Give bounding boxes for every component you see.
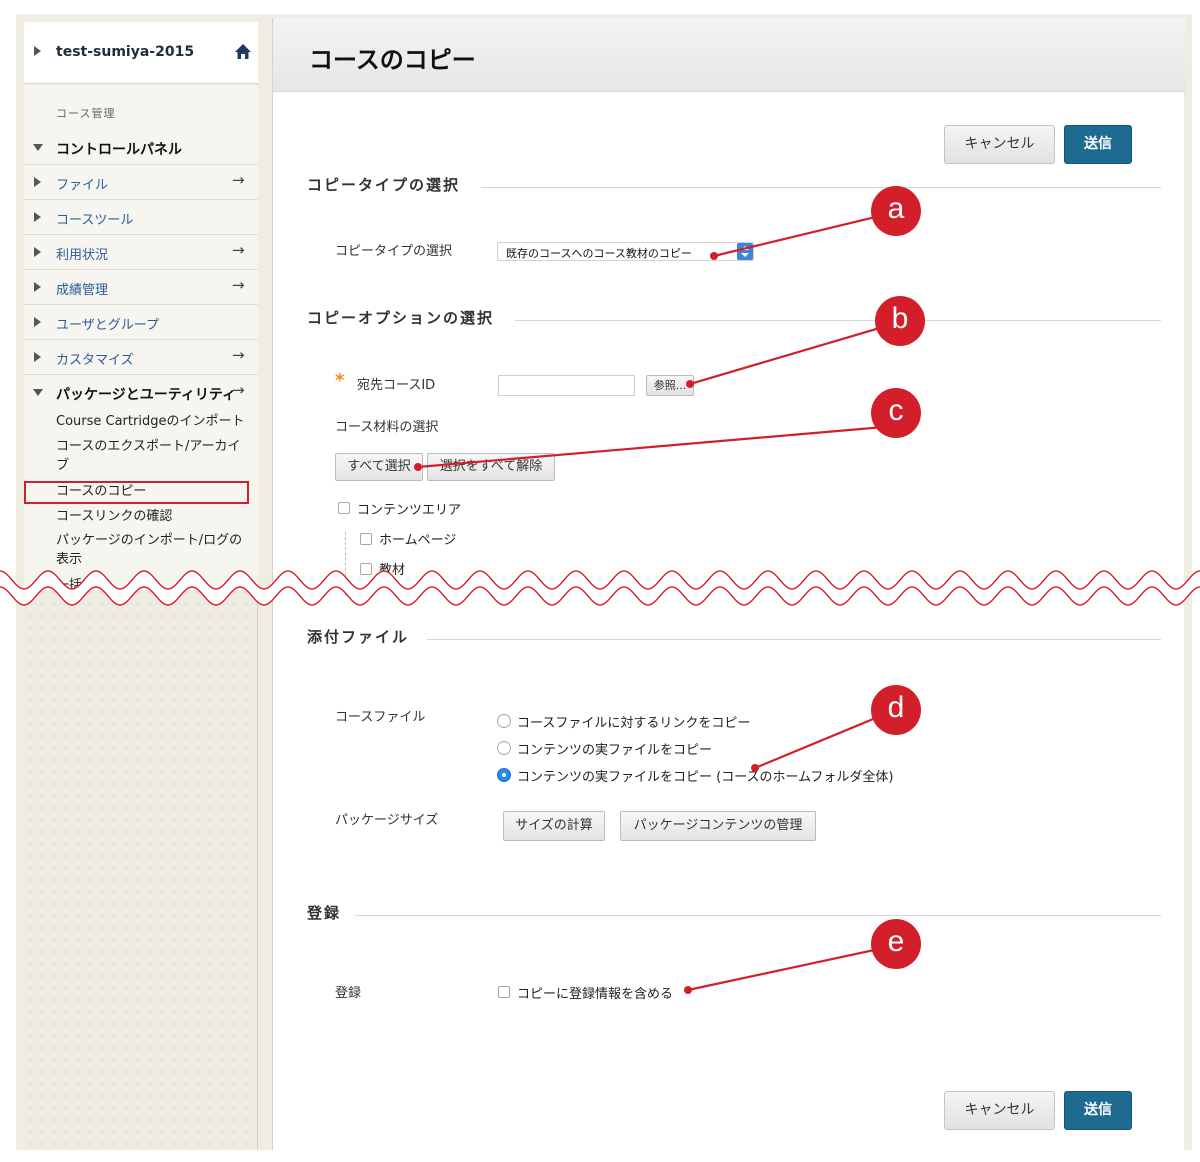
home-icon[interactable] [234, 43, 252, 61]
expand-triangle-icon [34, 282, 41, 292]
control-panel-label: コントロールパネル [56, 142, 182, 158]
select-all-button[interactable]: すべて選択 [335, 453, 423, 481]
expand-triangle-icon [34, 317, 41, 327]
homepage-checkbox[interactable] [360, 533, 372, 545]
expand-triangle-icon[interactable] [34, 46, 41, 56]
submit-button-bottom[interactable]: 送信 [1064, 1091, 1132, 1130]
section-divider [427, 639, 1161, 640]
callout-a: a [871, 186, 921, 236]
section-divider [481, 187, 1161, 188]
collapse-triangle-icon [33, 144, 43, 151]
cancel-button-bottom[interactable]: キャンセル [944, 1091, 1055, 1130]
expand-triangle-icon [34, 212, 41, 222]
section-divider [515, 320, 1161, 321]
course-files-label: コースファイル [335, 710, 426, 725]
select-arrows-icon [737, 243, 753, 260]
section-title-copy-type: コピータイプの選択 [307, 176, 461, 194]
sidebar-item-packages-utilities[interactable]: パッケージとユーティリティ → [24, 375, 258, 410]
sidebar-item-grades[interactable]: 成績管理 → [24, 270, 258, 305]
copy-type-select[interactable]: 既存のコースへのコース教材のコピー [497, 242, 754, 261]
required-asterisk-icon: * [335, 370, 345, 391]
include-enrollment-option: コピーに登録情報を含める [517, 987, 674, 1002]
section-divider [355, 915, 1161, 916]
control-panel-header[interactable]: コントロールパネル [24, 130, 258, 165]
sidebar-item-files[interactable]: ファイル → [24, 165, 258, 200]
wave-break [0, 570, 1200, 606]
radio-copy-links[interactable] [497, 714, 511, 728]
section-title-copy-options: コピーオプションの選択 [307, 309, 495, 327]
callout-e: e [871, 919, 921, 969]
include-enrollment-checkbox[interactable] [498, 986, 510, 998]
sidebar-item-label: ユーザとグループ [56, 318, 159, 333]
materials-label: コース材料の選択 [335, 420, 439, 435]
package-size-label: パッケージサイズ [335, 813, 439, 828]
page-header: コースのコピー [273, 18, 1185, 92]
radio-copy-home-folder[interactable] [497, 768, 511, 782]
sub-item-export-archive[interactable]: コースのエクスポート/アーカイブ [56, 437, 252, 475]
dest-course-id-input[interactable] [498, 375, 635, 396]
sidebar-item-course-tools[interactable]: コースツール [24, 200, 258, 235]
sidebar-item-customize[interactable]: カスタマイズ → [24, 340, 258, 375]
expand-triangle-icon [34, 177, 41, 187]
arrow-right-icon[interactable]: → [232, 381, 245, 399]
copy-type-label: コピータイプの選択 [335, 244, 453, 259]
sub-item-cartridge-import[interactable]: Course Cartridgeのインポート [56, 412, 252, 431]
radio-copy-files[interactable] [497, 741, 511, 755]
submit-button[interactable]: 送信 [1064, 125, 1132, 164]
browse-button[interactable]: 参照... [646, 375, 694, 396]
sidebar-item-label: カスタマイズ [56, 353, 134, 368]
arrow-right-icon[interactable]: → [232, 241, 245, 259]
deselect-all-button[interactable]: 選択をすべて解除 [427, 453, 555, 481]
expand-triangle-icon [34, 247, 41, 257]
dest-course-id-label: 宛先コースID [357, 378, 436, 393]
sidebar-item-label: コースツール [56, 213, 134, 228]
section-title-enrollment: 登録 [307, 904, 342, 922]
sidebar-item-label: 利用状況 [56, 248, 109, 263]
manage-package-button[interactable]: パッケージコンテンツの管理 [620, 811, 816, 841]
sidebar-item-label: 成績管理 [56, 283, 109, 298]
arrow-right-icon[interactable]: → [232, 346, 245, 364]
course-header: test-sumiya-2015 [24, 22, 258, 84]
sidebar-item-label: パッケージとユーティリティ [56, 387, 237, 403]
section-title-attachments: 添付ファイル [307, 628, 410, 646]
sidebar-item-label: ファイル [56, 178, 109, 193]
collapse-triangle-icon [33, 389, 43, 396]
course-name[interactable]: test-sumiya-2015 [56, 44, 194, 60]
sidebar-item-usage[interactable]: 利用状況 → [24, 235, 258, 270]
option-copy-home-folder: コンテンツの実ファイルをコピー (コースのホームフォルダ全体) [517, 770, 894, 785]
option-copy-files: コンテンツの実ファイルをコピー [517, 743, 713, 758]
callout-d: d [871, 685, 921, 735]
callout-b: b [875, 296, 925, 346]
arrow-right-icon[interactable]: → [232, 276, 245, 294]
sub-item-check-links[interactable]: コースリンクの確認 [56, 507, 252, 526]
arrow-right-icon[interactable]: → [232, 171, 245, 189]
sub-item-import-package-logs[interactable]: パッケージのインポート/ログの表示 [56, 531, 252, 569]
expand-triangle-icon [34, 352, 41, 362]
calc-size-button[interactable]: サイズの計算 [503, 811, 605, 841]
tree-item-homepage: ホームページ [379, 533, 457, 548]
copy-type-selected-value: 既存のコースへのコース教材のコピー [506, 247, 692, 260]
cancel-button[interactable]: キャンセル [944, 125, 1055, 164]
callout-c: c [871, 388, 921, 438]
sidebar-item-users-groups[interactable]: ユーザとグループ [24, 305, 258, 340]
tree-item-content-area: コンテンツエリア [357, 503, 462, 518]
content-area-checkbox[interactable] [338, 502, 350, 514]
option-copy-links: コースファイルに対するリンクをコピー [517, 716, 751, 731]
enrollment-label: 登録 [335, 986, 362, 1001]
selected-item-highlight [24, 481, 249, 504]
section-label: コース管理 [56, 107, 116, 120]
page-title: コースのコピー [309, 46, 476, 74]
